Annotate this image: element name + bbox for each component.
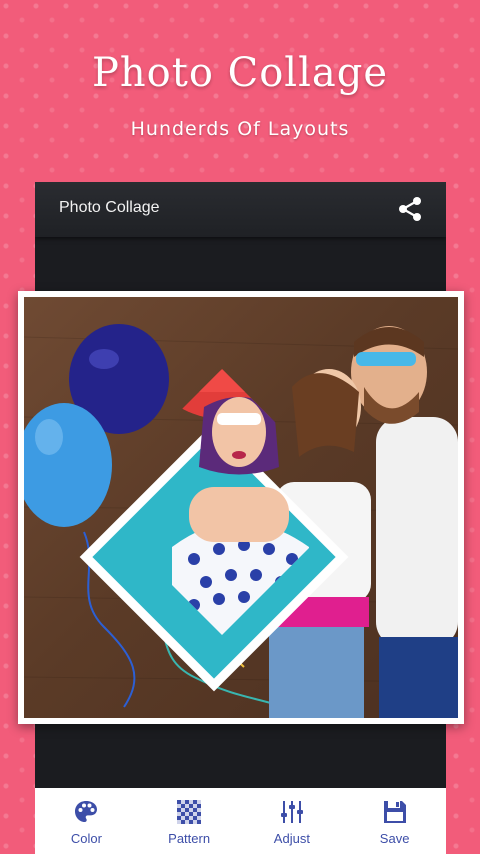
- checkerboard-icon: [177, 800, 202, 824]
- adjust-tool-button[interactable]: Adjust: [241, 788, 344, 854]
- collage-photo-background[interactable]: [24, 297, 458, 718]
- bottom-toolbar: Color Pattern Adjust Save: [35, 788, 446, 854]
- floppy-disk-icon: [383, 801, 406, 823]
- sliders-icon: [280, 801, 303, 823]
- color-tool-button[interactable]: Color: [35, 788, 138, 854]
- promo-subtitle: Hunderds Of Layouts: [130, 118, 350, 140]
- collage-artwork: [24, 324, 458, 718]
- save-button[interactable]: Save: [343, 788, 446, 854]
- collage-frame[interactable]: [18, 291, 464, 724]
- palette-icon: [75, 801, 98, 822]
- save-label: Save: [379, 831, 410, 846]
- promo-title: Photo Collage: [91, 50, 389, 96]
- share-icon[interactable]: [396, 195, 424, 223]
- color-tool-label: Color: [70, 831, 102, 846]
- pattern-tool-button[interactable]: Pattern: [138, 788, 241, 854]
- app-title: Photo Collage: [59, 199, 160, 216]
- adjust-tool-label: Adjust: [273, 831, 310, 846]
- pattern-tool-label: Pattern: [168, 831, 211, 846]
- app-toolbar: Photo Collage: [35, 182, 446, 237]
